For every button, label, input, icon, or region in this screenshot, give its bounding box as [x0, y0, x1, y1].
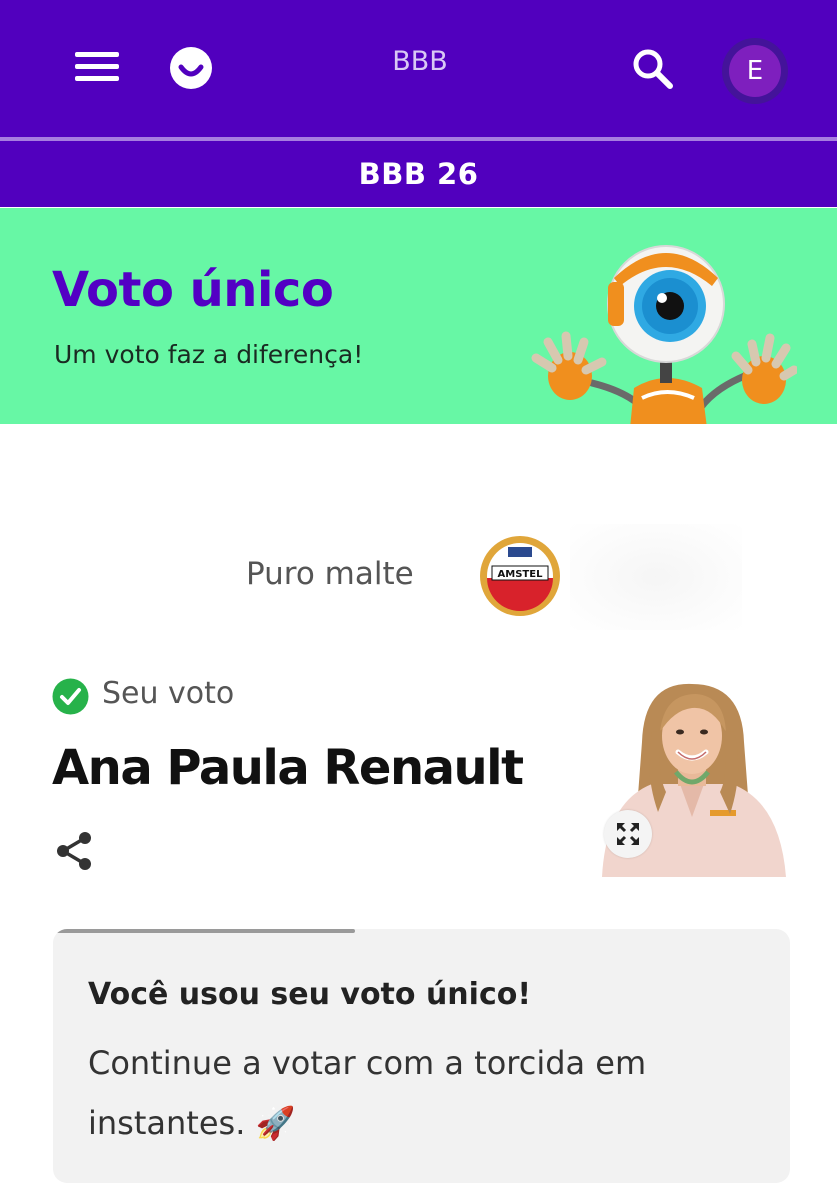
- page-title: BBB: [392, 46, 448, 77]
- search-icon: [633, 49, 673, 89]
- section-title: BBB 26: [358, 157, 479, 191]
- amstel-lager-logo-icon: AMSTEL: [480, 536, 560, 616]
- globoplay-logo-icon[interactable]: [170, 47, 212, 89]
- banner-title: Voto único: [52, 262, 334, 318]
- countdown-progress-bar: [53, 929, 356, 933]
- progress-track: [53, 929, 790, 933]
- big-brother-eye-mascot-icon: [531, 245, 797, 424]
- expand-icon: [617, 823, 639, 845]
- menu-button[interactable]: [68, 46, 126, 88]
- vote-label: Seu voto: [102, 676, 235, 711]
- sponsor-text: Puro malte: [246, 556, 414, 592]
- share-button[interactable]: [54, 830, 96, 872]
- search-button[interactable]: [628, 44, 678, 94]
- user-avatar-button[interactable]: E: [722, 38, 788, 104]
- card-body: Continue a votar com a torcida em instan…: [88, 1044, 647, 1142]
- top-app-bar: BBB E: [0, 0, 837, 137]
- expand-photo-button[interactable]: [604, 810, 652, 858]
- share-icon: [57, 832, 91, 870]
- avatar-initial: E: [729, 45, 781, 97]
- voto-unico-banner: Voto único Um voto faz a diferença!: [0, 208, 837, 424]
- section-header: BBB 26: [0, 141, 837, 207]
- candidate-name: Ana Paula Renault: [52, 740, 524, 796]
- vote-used-card: Você usou seu voto único! Continue a vot…: [53, 929, 790, 1183]
- hamburger-menu-icon: [75, 52, 119, 57]
- card-title: Você usou seu voto único!: [88, 977, 532, 1012]
- sponsor-background: [570, 524, 742, 630]
- banner-subtitle: Um voto faz a diferença!: [54, 340, 364, 369]
- amstel-logo-text: AMSTEL: [498, 569, 544, 580]
- check-circle-icon: [52, 678, 89, 715]
